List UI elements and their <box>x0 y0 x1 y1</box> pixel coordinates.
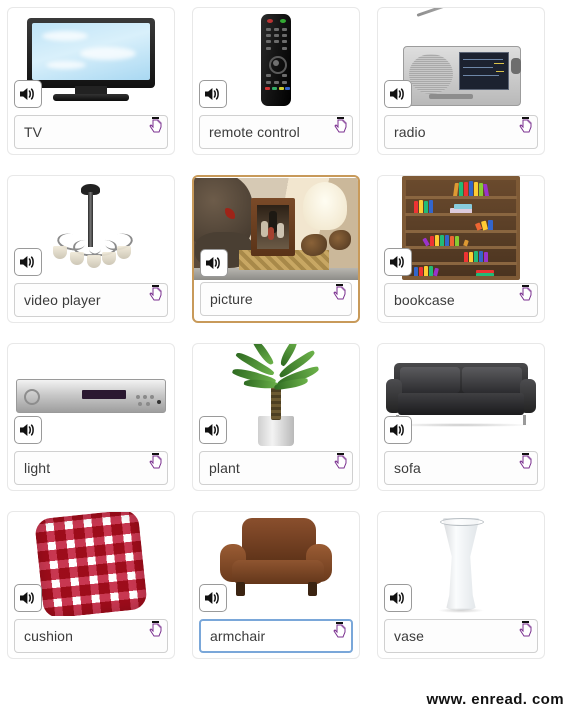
vase-illustration <box>434 514 488 614</box>
word-label-text: radio <box>394 124 426 140</box>
word-label-box[interactable]: remote control <box>199 115 353 149</box>
speaker-icon[interactable] <box>384 248 412 276</box>
vocabulary-card[interactable]: cushion <box>7 511 175 659</box>
plant-illustration <box>228 344 324 448</box>
hand-pointer-icon <box>149 621 162 637</box>
hand-pointer-icon <box>149 453 162 469</box>
speaker-icon[interactable] <box>14 584 42 612</box>
word-label-text: vase <box>394 628 424 644</box>
speaker-icon[interactable] <box>14 248 42 276</box>
speaker-icon[interactable] <box>14 80 42 108</box>
armchair-illustration <box>220 518 332 610</box>
vocabulary-card-grid: TV remote control radio video player pic… <box>7 7 547 659</box>
hand-pointer-icon <box>149 285 162 301</box>
word-label-box[interactable]: radio <box>384 115 538 149</box>
speaker-icon[interactable] <box>384 80 412 108</box>
hand-pointer-icon <box>333 284 346 300</box>
word-label-box[interactable]: bookcase <box>384 283 538 317</box>
hand-pointer-icon <box>519 285 532 301</box>
word-label-box[interactable]: light <box>14 451 168 485</box>
vocabulary-card[interactable]: bookcase <box>377 175 545 323</box>
word-label-text: video player <box>24 292 101 308</box>
hand-pointer-icon <box>519 453 532 469</box>
hand-pointer-icon <box>519 117 532 133</box>
hand-pointer-icon <box>334 117 347 133</box>
word-label-box[interactable]: cushion <box>14 619 168 653</box>
speaker-icon[interactable] <box>384 584 412 612</box>
word-label-box[interactable]: TV <box>14 115 168 149</box>
hand-pointer-icon <box>519 621 532 637</box>
vocabulary-card[interactable]: TV <box>7 7 175 155</box>
dvd-player-illustration <box>16 379 166 413</box>
speaker-icon[interactable] <box>199 80 227 108</box>
speaker-icon[interactable] <box>200 249 228 277</box>
vocabulary-card[interactable]: remote control <box>192 7 360 155</box>
word-label-text: sofa <box>394 460 421 476</box>
vocabulary-card[interactable]: video player <box>7 175 175 323</box>
speaker-icon[interactable] <box>199 584 227 612</box>
word-label-box[interactable]: armchair <box>199 619 353 653</box>
vocabulary-card[interactable]: vase <box>377 511 545 659</box>
remote-control-illustration <box>261 14 291 106</box>
word-label-box[interactable]: sofa <box>384 451 538 485</box>
cushion-illustration <box>34 512 148 616</box>
hand-pointer-icon <box>334 453 347 469</box>
vocabulary-card[interactable]: light <box>7 343 175 491</box>
vocabulary-card[interactable]: armchair <box>192 511 360 659</box>
hand-pointer-icon <box>333 622 346 638</box>
word-label-text: picture <box>210 291 253 307</box>
word-label-text: remote control <box>209 124 300 140</box>
speaker-icon[interactable] <box>384 416 412 444</box>
word-label-text: TV <box>24 124 43 140</box>
word-label-box[interactable]: plant <box>199 451 353 485</box>
word-label-text: cushion <box>24 628 73 644</box>
tv-illustration <box>27 18 155 102</box>
bookcase-illustration <box>402 176 520 280</box>
vocabulary-card[interactable]: plant <box>192 343 360 491</box>
vocabulary-card[interactable]: sofa <box>377 343 545 491</box>
word-label-text: plant <box>209 460 240 476</box>
word-label-box[interactable]: vase <box>384 619 538 653</box>
word-label-text: light <box>24 460 51 476</box>
speaker-icon[interactable] <box>199 416 227 444</box>
radio-illustration <box>399 8 523 108</box>
speaker-icon[interactable] <box>14 416 42 444</box>
word-label-box[interactable]: picture <box>200 282 352 316</box>
vocabulary-card[interactable]: picture <box>192 175 360 323</box>
vocabulary-card[interactable]: radio <box>377 7 545 155</box>
chandelier-illustration <box>43 182 139 274</box>
word-label-text: armchair <box>210 628 266 644</box>
hand-pointer-icon <box>149 117 162 133</box>
word-label-box[interactable]: video player <box>14 283 168 317</box>
word-label-text: bookcase <box>394 292 455 308</box>
site-watermark: www. enread. com <box>424 690 566 709</box>
